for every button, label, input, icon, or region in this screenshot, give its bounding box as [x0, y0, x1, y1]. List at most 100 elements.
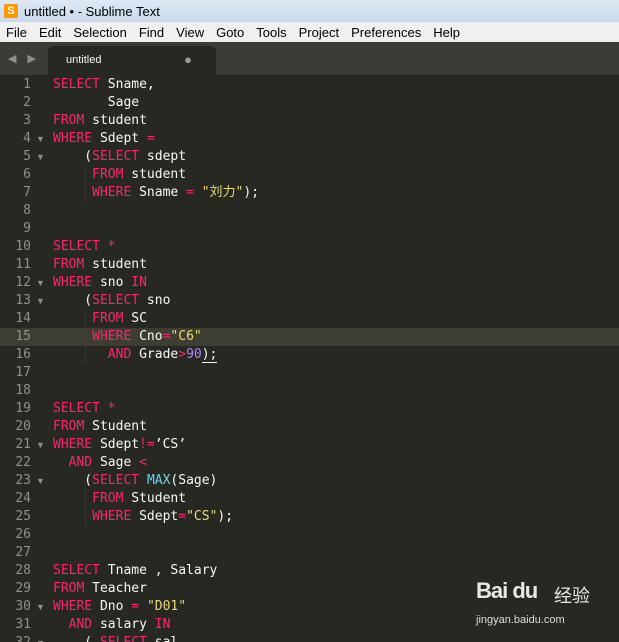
line-number: 5 — [23, 149, 31, 164]
code-line[interactable]: 19 SELECT * — [0, 400, 619, 418]
code-line[interactable]: 17 — [0, 364, 619, 382]
code-line[interactable]: 22 AND Sage < — [0, 454, 619, 472]
code-token: SELECT — [92, 473, 140, 488]
code-line[interactable]: 16 AND Grade>90); — [0, 346, 619, 364]
watermark-url: jingyan.baidu.com — [476, 614, 565, 626]
line-number: 27 — [15, 545, 31, 560]
tab-label: untitled — [66, 54, 102, 66]
fold-arrow-icon[interactable]: ▼ — [36, 292, 46, 310]
menu-project[interactable]: Project — [293, 25, 345, 40]
menu-selection[interactable]: Selection — [67, 25, 132, 40]
code-line[interactable]: 4 ▼ WHERE Sdept = — [0, 130, 619, 148]
code-line[interactable]: 2 Sage — [0, 94, 619, 112]
code-text: FROM student — [53, 256, 147, 274]
code-text: WHERE Sdept!=’CS’ — [53, 436, 186, 454]
code-token: SELECT — [92, 293, 140, 308]
fold-arrow-icon[interactable]: ▼ — [36, 274, 46, 292]
code-text: WHERE Cno="C6" — [53, 328, 202, 346]
code-token: > — [178, 347, 187, 362]
menu-edit[interactable]: Edit — [33, 25, 67, 40]
code-line[interactable]: 11 FROM student — [0, 256, 619, 274]
code-line[interactable]: 24 FROM Student — [0, 490, 619, 508]
line-number: 12 — [15, 275, 31, 290]
fold-arrow-icon[interactable]: ▼ — [36, 130, 46, 148]
code-token: salary — [92, 617, 155, 632]
code-line[interactable]: 8 — [0, 202, 619, 220]
code-token: Sdept — [92, 437, 140, 452]
line-number: 31 — [15, 617, 31, 632]
code-text: WHERE sno IN — [53, 274, 147, 292]
code-token: sno — [92, 275, 132, 290]
fold-arrow-icon[interactable]: ▼ — [36, 598, 46, 616]
fold-arrow-icon[interactable]: ▼ — [36, 472, 46, 490]
code-line[interactable]: 14 FROM SC — [0, 310, 619, 328]
fold-arrow-icon[interactable]: ▼ — [36, 436, 46, 454]
code-token: ); — [243, 185, 260, 200]
code-text: WHERE Sdept = — [53, 130, 155, 148]
code-line[interactable]: 12 ▼ WHERE sno IN — [0, 274, 619, 292]
menu-preferences[interactable]: Preferences — [345, 25, 427, 40]
menu-tools[interactable]: Tools — [250, 25, 292, 40]
code-line[interactable]: 7 WHERE Sname = "刘力"); — [0, 184, 619, 202]
code-line[interactable]: 23 ▼ (SELECT MAX(Sage) — [0, 472, 619, 490]
code-text: FROM student — [53, 112, 147, 130]
code-text: FROM Teacher — [53, 580, 147, 598]
watermark-brand: 经验 — [554, 586, 590, 606]
code-token: ); — [201, 347, 218, 363]
fold-arrow-icon[interactable]: ▼ — [36, 634, 46, 642]
line-number: 23 — [15, 473, 31, 488]
code-text: ( SELECT sal — [53, 634, 178, 642]
code-token: AND — [68, 455, 93, 470]
code-line[interactable]: 3 FROM student — [0, 112, 619, 130]
code-token: sno — [139, 293, 171, 308]
code-line[interactable]: 27 — [0, 544, 619, 562]
tab-untitled[interactable]: untitled ● — [48, 46, 216, 75]
code-line[interactable]: 1 SELECT Sname, — [0, 76, 619, 94]
code-line[interactable]: 13 ▼ (SELECT sno — [0, 292, 619, 310]
code-editor[interactable]: 1 SELECT Sname, 2 Sage 3 FROM student 4 ▼ WHERE… — [0, 75, 619, 642]
sublime-app-icon: S — [4, 4, 18, 18]
line-number: 13 — [15, 293, 31, 308]
code-line[interactable]: 9 — [0, 220, 619, 238]
code-text: FROM SC — [53, 310, 147, 328]
code-line[interactable]: 10 SELECT * — [0, 238, 619, 256]
code-token: "刘力" — [201, 185, 244, 200]
line-number: 29 — [15, 581, 31, 596]
code-line[interactable]: 6 FROM student — [0, 166, 619, 184]
code-line[interactable]: 26 — [0, 526, 619, 544]
code-text: (SELECT sdept — [53, 148, 186, 166]
code-token: Student — [84, 419, 147, 434]
code-token: = — [131, 599, 140, 614]
code-line[interactable]: 25 WHERE Sdept="CS"); — [0, 508, 619, 526]
line-number: 26 — [15, 527, 31, 542]
menu-help[interactable]: Help — [427, 25, 466, 40]
line-number: 22 — [15, 455, 31, 470]
menu-find[interactable]: Find — [133, 25, 170, 40]
code-token: Cno — [131, 329, 163, 344]
code-line[interactable]: 5 ▼ (SELECT sdept — [0, 148, 619, 166]
tab-dirty-indicator-icon[interactable]: ● — [184, 52, 192, 67]
code-token: WHERE — [53, 275, 93, 290]
line-number: 28 — [15, 563, 31, 578]
code-token: Tname , Salary — [99, 563, 218, 578]
code-line[interactable]: 21 ▼ WHERE Sdept!=’CS’ — [0, 436, 619, 454]
code-token: "C6" — [170, 329, 202, 344]
menu-goto[interactable]: Goto — [210, 25, 250, 40]
tab-nav-arrows-icon[interactable]: ◀ ▶ — [8, 52, 40, 65]
line-number: 24 — [15, 491, 31, 506]
code-line[interactable]: 20 FROM Student — [0, 418, 619, 436]
code-line[interactable]: 15 WHERE Cno="C6" — [0, 328, 619, 346]
code-text: SELECT * — [53, 400, 116, 418]
fold-arrow-icon[interactable]: ▼ — [36, 148, 46, 166]
code-line[interactable]: 18 — [0, 382, 619, 400]
menu-view[interactable]: View — [170, 25, 210, 40]
menu-file[interactable]: File — [0, 25, 33, 40]
line-number: 18 — [15, 383, 31, 398]
